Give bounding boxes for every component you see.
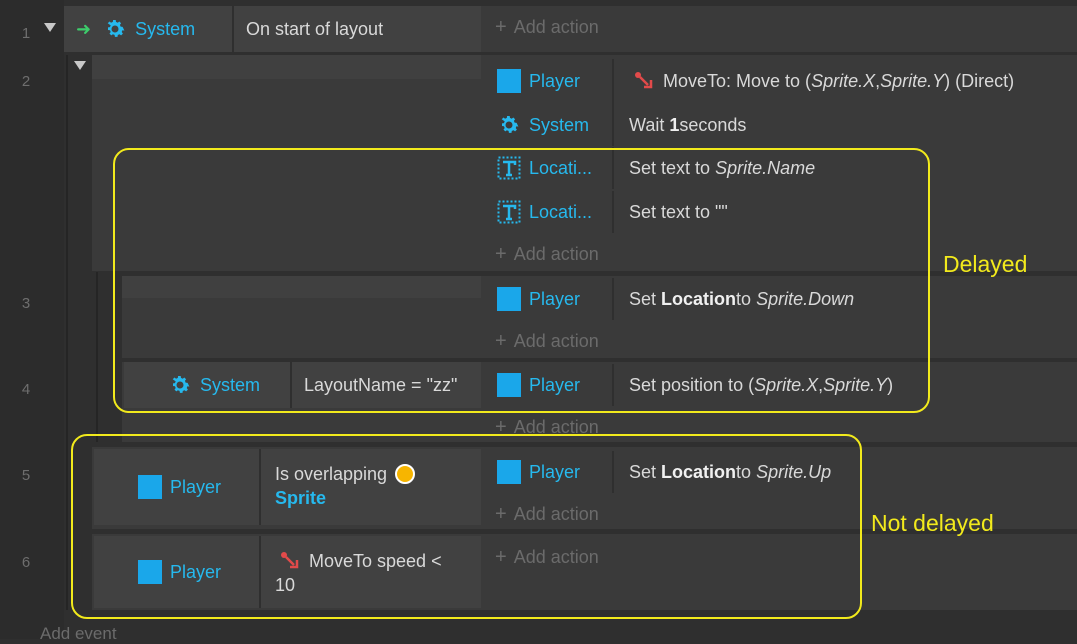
not-delayed-annotation-box	[71, 434, 862, 619]
action-object-player[interactable]: Player	[497, 66, 580, 96]
action-object-label: Player	[529, 70, 581, 91]
action-object-system[interactable]: System	[497, 110, 589, 140]
event-2-condition-header	[92, 55, 481, 79]
action-text: seconds	[679, 114, 747, 135]
gear-icon	[107, 20, 125, 37]
line-number-3: 3	[21, 295, 31, 312]
add-event-button[interactable]: Add event	[40, 624, 117, 644]
not-delayed-label: Not delayed	[871, 510, 994, 536]
moveto-icon	[635, 72, 653, 89]
player-sprite-icon	[497, 69, 521, 93]
divider	[612, 104, 614, 146]
line-number-1: 1	[21, 25, 31, 42]
delayed-annotation-box	[113, 148, 930, 413]
action-arg: Sprite.X	[811, 70, 876, 91]
add-action-button[interactable]: + Add action	[495, 6, 599, 48]
line-number-5: 5	[21, 467, 31, 484]
action-wait[interactable]: Wait 1 seconds	[629, 110, 746, 140]
collapse-triangle-icon[interactable]	[74, 61, 86, 70]
action-text: MoveTo: Move to (	[663, 70, 812, 91]
system-object: System	[103, 17, 195, 41]
collapse-triangle-icon[interactable]	[44, 23, 56, 32]
action-value: 1	[669, 114, 680, 135]
condition-object-label: System	[135, 18, 196, 39]
condition-object-cell[interactable]: ➜ System	[64, 6, 232, 52]
divider	[612, 59, 614, 104]
nesting-line	[66, 55, 68, 610]
trigger-arrow-icon: ➜	[76, 18, 92, 39]
action-text: ) (Direct)	[944, 70, 1015, 91]
event-gutter	[0, 0, 64, 639]
nesting-line	[96, 272, 98, 442]
line-number-4: 4	[21, 381, 31, 398]
action-arg: Sprite.Y	[880, 70, 945, 91]
action-text: Wait	[629, 114, 665, 135]
condition-text[interactable]: On start of layout	[234, 6, 481, 52]
action-moveto[interactable]: MoveTo: Move to (Sprite.X, Sprite.Y) (Di…	[633, 66, 1014, 96]
delayed-label: Delayed	[943, 251, 1028, 277]
line-number-2: 2	[21, 73, 31, 90]
action-object-label: System	[529, 114, 590, 135]
line-number-6: 6	[21, 554, 31, 571]
gear-icon	[501, 116, 519, 133]
